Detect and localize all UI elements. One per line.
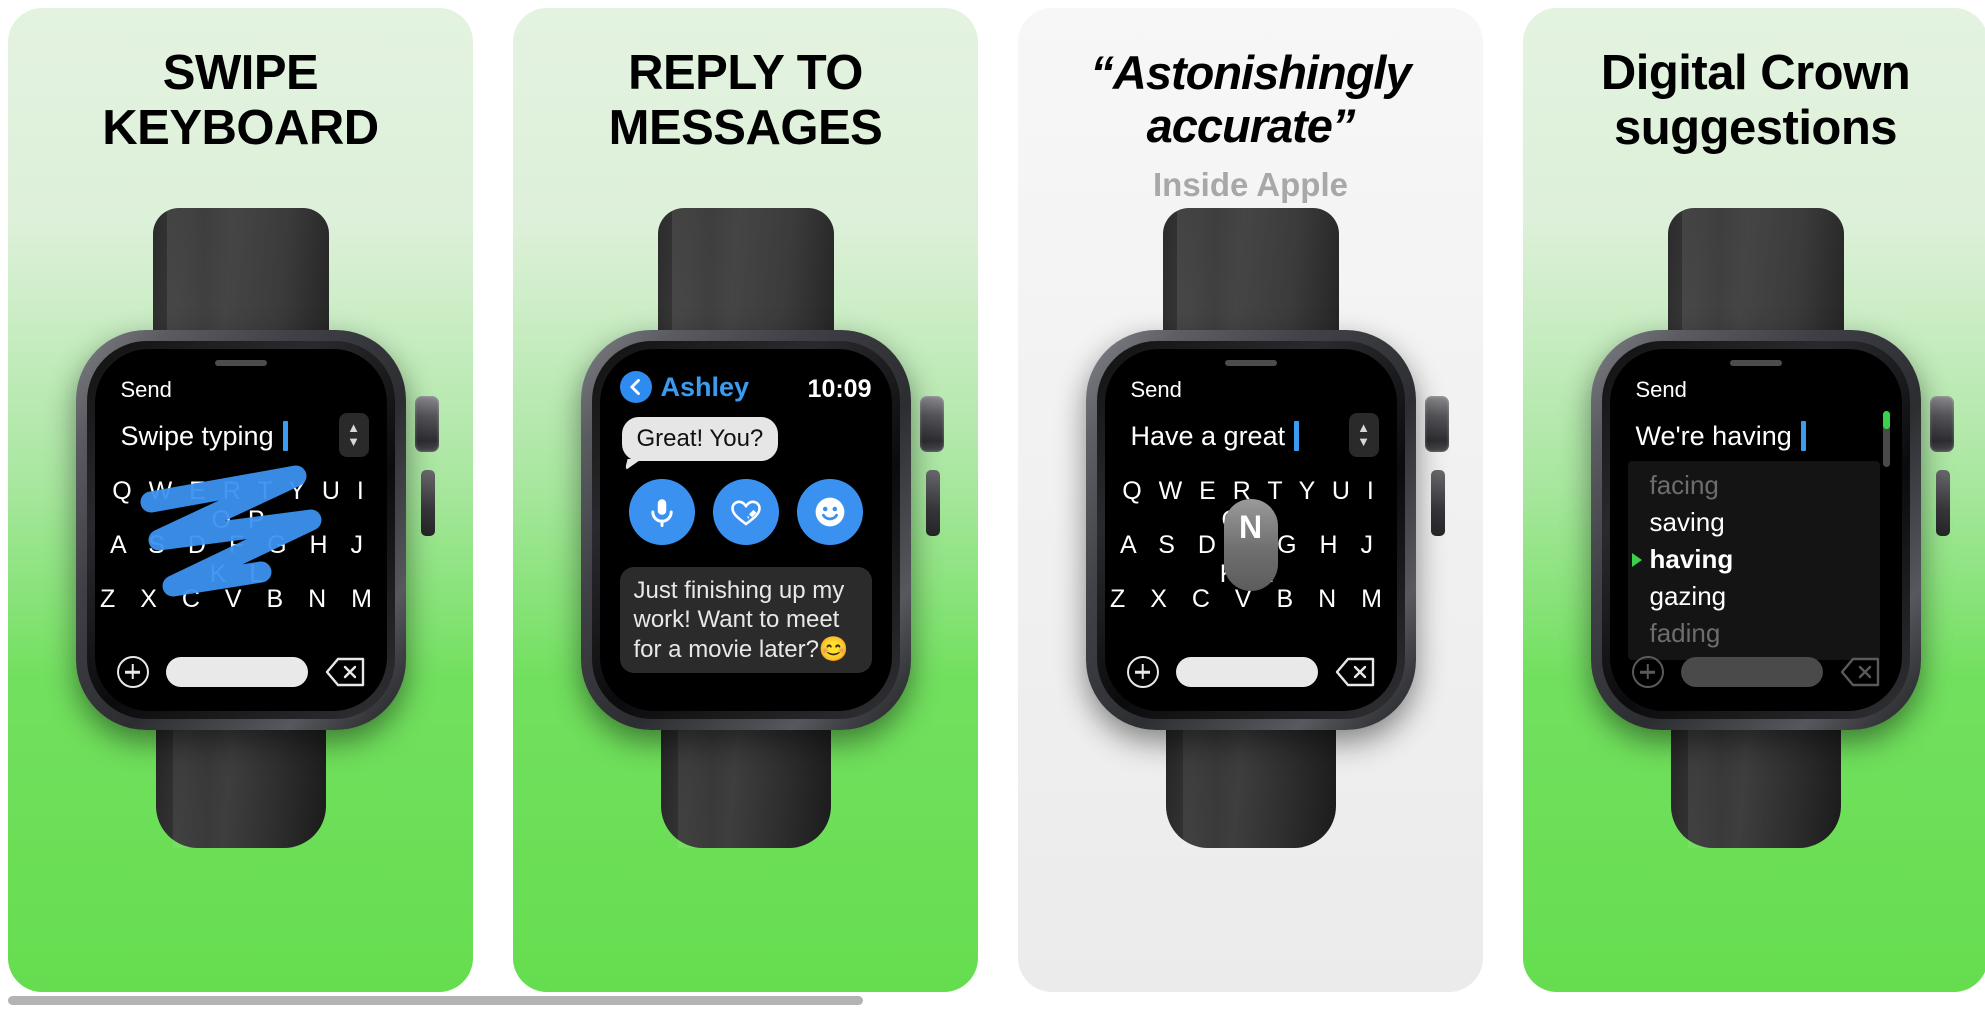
- text-input-field[interactable]: Swipe typing: [121, 421, 288, 452]
- headline-line: REPLY TO: [628, 46, 863, 100]
- status-pill: [1224, 360, 1277, 366]
- plus-icon[interactable]: [1631, 656, 1664, 688]
- digital-crown[interactable]: [1929, 396, 1954, 452]
- side-button[interactable]: [1935, 470, 1950, 536]
- watch-case: Send We're having facing saving having g…: [1590, 330, 1921, 730]
- contact-name: Ashley: [660, 371, 750, 402]
- vertical-scrollbar[interactable]: [1882, 411, 1890, 467]
- side-button[interactable]: [925, 470, 940, 536]
- list-item[interactable]: fading: [1628, 615, 1880, 652]
- panel-headline: “Astonishingly accurate” Inside Apple: [1018, 46, 1483, 204]
- watch-case: Send Have a great ▲ ▼ Q W E R T Y U I O …: [1085, 330, 1416, 730]
- incoming-message-bubble: Great! You?: [621, 417, 779, 461]
- text-input-field[interactable]: Have a great: [1131, 421, 1300, 452]
- headline-line: SWIPE: [162, 46, 319, 100]
- watch-case: Send Swipe typing ▲ ▼ Q W E R T Y U I O …: [75, 330, 406, 730]
- space-key[interactable]: [1680, 657, 1823, 687]
- chevron-left-icon[interactable]: [619, 371, 652, 403]
- space-key[interactable]: [165, 657, 308, 687]
- keyboard-toolbar: [1105, 651, 1397, 693]
- stepper-up-icon[interactable]: ▲: [347, 421, 360, 435]
- backspace-icon[interactable]: [325, 657, 365, 687]
- panel-headline: REPLY TO MESSAGES: [513, 46, 978, 157]
- list-item[interactable]: saving: [1628, 504, 1880, 541]
- backspace-icon[interactable]: [1840, 657, 1880, 687]
- watch-case: Ashley 10:09 Great! You? Just finishing …: [580, 330, 911, 730]
- outgoing-message-bubble: Just finishing up my work! Want to meet …: [619, 567, 872, 673]
- keyboard-row-2[interactable]: A S D F G H J K L: [95, 531, 387, 589]
- stepper-down-icon[interactable]: ▼: [347, 435, 360, 449]
- text-caret: [1800, 421, 1806, 451]
- digital-crown[interactable]: [414, 396, 439, 452]
- screenshot-gallery: SWIPE KEYBOARD Send Swipe typing ▲ ▼ Q W: [0, 0, 1985, 1009]
- backspace-icon[interactable]: [1335, 657, 1375, 687]
- stepper-up-icon[interactable]: ▲: [1357, 421, 1370, 435]
- send-button[interactable]: Send: [121, 377, 172, 403]
- watch-screen: Ashley 10:09 Great! You? Just finishing …: [599, 349, 892, 711]
- panel-reply-to-messages: REPLY TO MESSAGES Ashley 10:09 Great! Yo…: [513, 8, 978, 992]
- scroll-stepper[interactable]: ▲ ▼: [338, 413, 369, 457]
- space-key[interactable]: [1175, 657, 1318, 687]
- list-item[interactable]: gazing: [1628, 578, 1880, 615]
- text-caret: [1294, 421, 1300, 451]
- emoji-smiley-icon[interactable]: [796, 479, 863, 545]
- watch-screen: Send Swipe typing ▲ ▼ Q W E R T Y U I O …: [94, 349, 387, 711]
- suggestion-list: facing saving having gazing fading: [1627, 461, 1880, 660]
- apple-watch-mockup: Send We're having facing saving having g…: [1566, 208, 1954, 848]
- headline-line: suggestions: [1613, 101, 1898, 156]
- text-caret: [282, 421, 288, 451]
- headline-line: MESSAGES: [608, 101, 883, 156]
- apple-watch-mockup: Ashley 10:09 Great! You? Just finishing …: [556, 208, 944, 848]
- quick-actions: [600, 479, 892, 545]
- headline-attribution: Inside Apple: [1153, 166, 1348, 204]
- keyboard-row-1[interactable]: Q W E R T Y U I O P: [95, 477, 387, 535]
- panel-digital-crown-suggestions: Digital Crown suggestions Send We're hav…: [1523, 8, 1985, 992]
- digital-crown[interactable]: [919, 396, 944, 452]
- apple-watch-mockup: Send Swipe typing ▲ ▼ Q W E R T Y U I O …: [51, 208, 439, 848]
- text-input-value: Swipe typing: [120, 421, 274, 451]
- apple-watch-mockup: Send Have a great ▲ ▼ Q W E R T Y U I O …: [1061, 208, 1449, 848]
- stepper-down-icon[interactable]: ▼: [1357, 435, 1370, 449]
- panel-headline: SWIPE KEYBOARD: [8, 46, 473, 157]
- headline-line: Digital Crown: [1600, 46, 1911, 100]
- digital-crown[interactable]: [1424, 396, 1449, 452]
- keyboard-toolbar: [95, 651, 387, 693]
- headline-line: KEYBOARD: [102, 101, 379, 156]
- horizontal-scrollbar[interactable]: [8, 996, 863, 1005]
- keyboard-row-3[interactable]: Z X C V B N M: [95, 585, 387, 614]
- text-input-value: Have a great: [1130, 421, 1286, 451]
- scrollbar-thumb[interactable]: [1882, 411, 1890, 429]
- conversation-header: Ashley: [619, 371, 750, 403]
- keyboard-toolbar: [1610, 651, 1902, 693]
- panel-astonishingly-accurate: “Astonishingly accurate” Inside Apple Se…: [1018, 8, 1483, 992]
- list-item[interactable]: facing: [1628, 467, 1880, 504]
- plus-icon[interactable]: [116, 656, 149, 688]
- side-button[interactable]: [420, 470, 435, 536]
- key-popup: N: [1223, 499, 1278, 591]
- send-button[interactable]: Send: [1131, 377, 1182, 403]
- headline-line: “Astonishingly: [1090, 46, 1411, 99]
- microphone-icon[interactable]: [628, 479, 695, 545]
- headline-line: accurate”: [1146, 99, 1356, 153]
- panel-headline: Digital Crown suggestions: [1523, 46, 1985, 157]
- scribble-heart-icon[interactable]: [712, 479, 779, 545]
- scroll-stepper[interactable]: ▲ ▼: [1348, 413, 1379, 457]
- text-input-value: We're having: [1635, 421, 1792, 451]
- status-pill: [214, 360, 267, 366]
- plus-icon[interactable]: [1126, 656, 1159, 688]
- list-item-selected[interactable]: having: [1628, 541, 1880, 578]
- status-pill: [1729, 360, 1782, 366]
- send-button[interactable]: Send: [1636, 377, 1687, 403]
- panel-swipe-keyboard: SWIPE KEYBOARD Send Swipe typing ▲ ▼ Q W: [8, 8, 473, 992]
- side-button[interactable]: [1430, 470, 1445, 536]
- text-input-field[interactable]: We're having: [1636, 421, 1806, 452]
- watch-screen: Send Have a great ▲ ▼ Q W E R T Y U I O …: [1104, 349, 1397, 711]
- watch-screen: Send We're having facing saving having g…: [1609, 349, 1902, 711]
- clock-time: 10:09: [807, 375, 872, 403]
